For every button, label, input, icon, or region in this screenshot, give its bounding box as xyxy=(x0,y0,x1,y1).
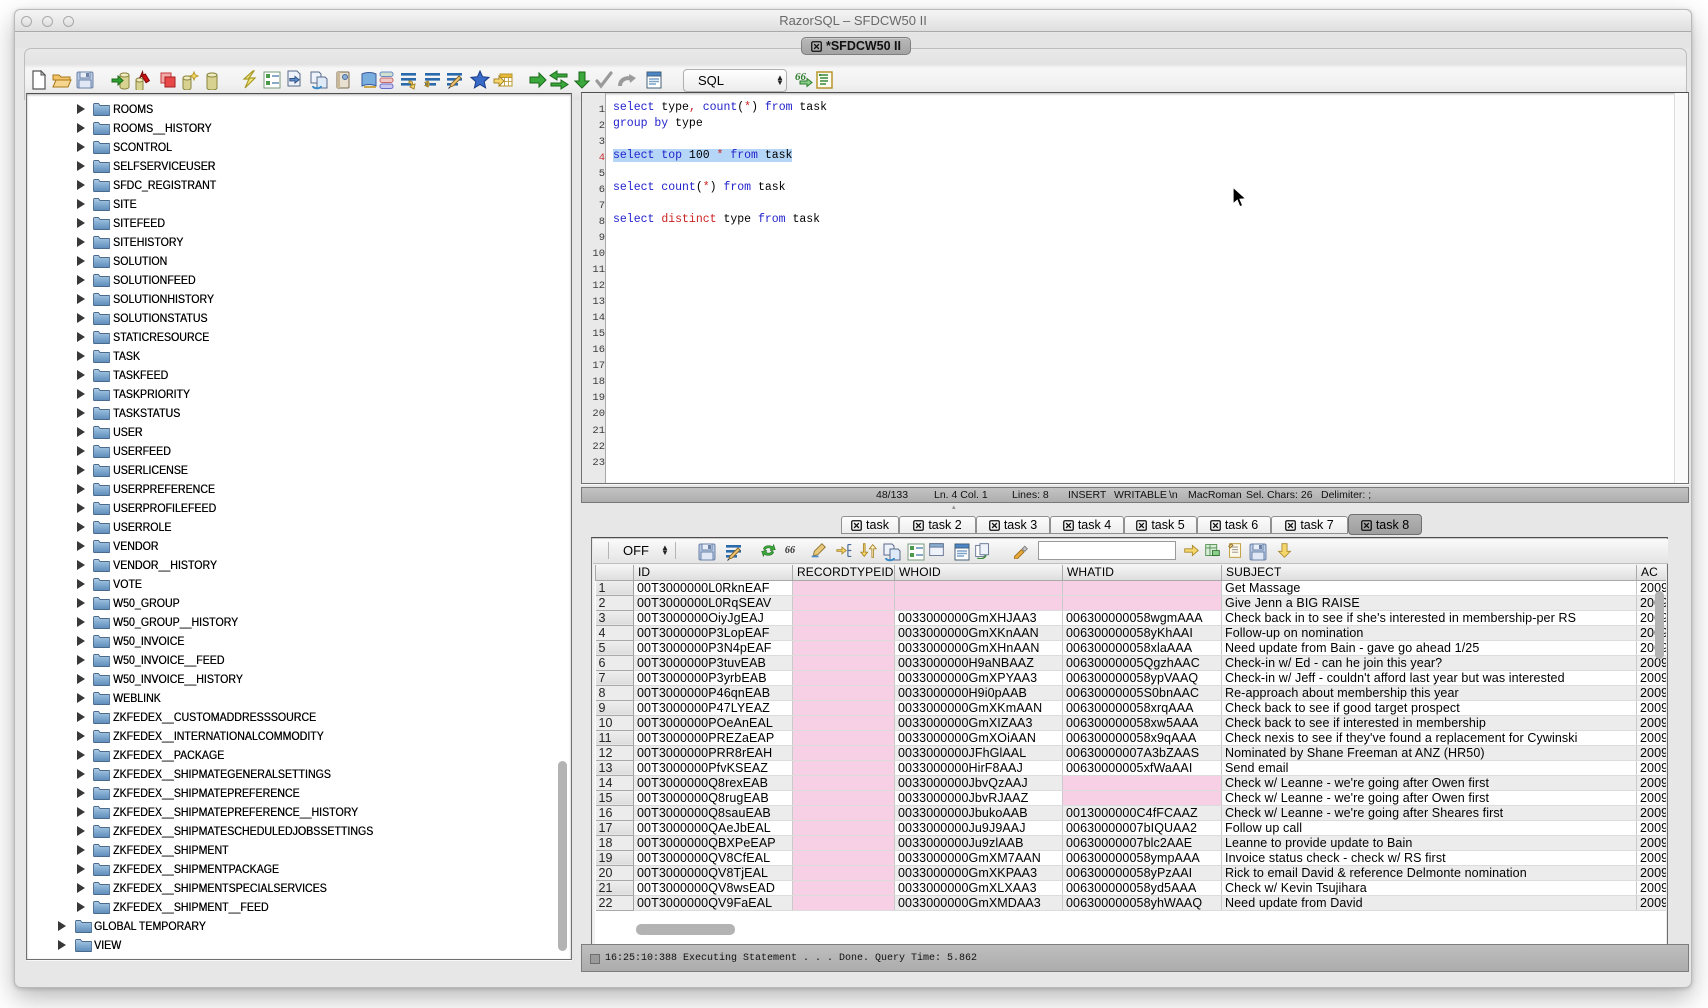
svg-text:66: 66 xyxy=(785,545,796,556)
